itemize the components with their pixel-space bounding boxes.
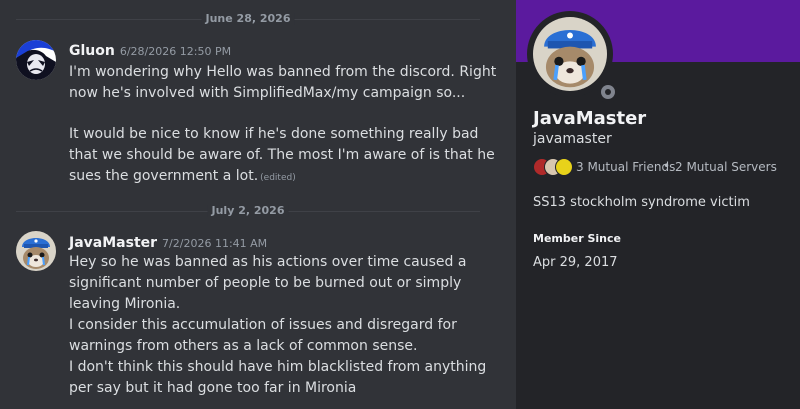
date-divider-label: June 28, 2026 [201,13,295,25]
message-timestamp: 6/28/2026 12:50 PM [119,45,232,58]
message-author[interactable]: Gluon [69,43,115,59]
date-divider: July 2, 2026 [16,205,480,217]
profile-username: javamaster [533,131,612,147]
date-divider: June 28, 2026 [16,13,480,25]
message-text-line: It would be nice to know if he's done so… [69,126,479,142]
message-text-line: now he's involved with SimplifiedMax/my … [69,85,466,101]
message-text-line: that we should be aware of. The most I'm… [69,147,495,163]
message-text-line: warnings from others as a lack of common… [69,338,418,354]
message-author[interactable]: JavaMaster [69,235,157,251]
message-text-line: I don't think this should have him black… [69,359,487,375]
member-since-heading: Member Since [533,232,621,245]
profile-bio: SS13 stockholm syndrome victim [533,195,750,210]
message-text-line: sues the government a lot. (edited) [69,166,296,188]
message-text-line: I'm wondering why Hello was banned from … [69,64,497,80]
gluon-avatar[interactable] [16,40,56,80]
message-timestamp: 7/2/2026 11:41 AM [162,237,268,250]
message-text-segment: sues the government a lot. [69,168,259,184]
message-text-line: leaving Mironia. [69,296,181,312]
mutual-friend-avatar [555,158,573,176]
message-header: Gluon 6/28/2026 12:50 PM [69,40,232,59]
edited-tag: (edited) [260,173,296,183]
message-text-line: per say but it had gone too far in Miron… [69,380,357,396]
separator-dot: • [663,159,671,173]
chat-pane: June 28, 2026 Gluon 6/28/2026 12:50 PM I'… [0,0,516,409]
message-text-line: Hey so he was banned as his actions over… [69,254,467,270]
message-header: JavaMaster 7/2/2026 11:41 AM [69,232,268,251]
user-profile-panel: JavaMaster javamaster 3 Mutual Friends •… [516,0,800,409]
offline-status-icon [601,85,615,99]
member-since-date: Apr 29, 2017 [533,255,618,270]
profile-display-name: JavaMaster [533,108,647,129]
date-divider-label: July 2, 2026 [207,205,289,217]
mutual-servers-link[interactable]: 2 Mutual Servers [675,160,777,174]
javamaster-avatar[interactable] [16,231,56,271]
mutual-friends-link[interactable]: 3 Mutual Friends [576,160,675,174]
message-text-line: significant number of people to be burne… [69,275,462,291]
mutual-friend-avatars[interactable] [533,158,575,176]
message-text-line: I consider this accumulation of issues a… [69,317,457,333]
profile-avatar-image [533,17,607,91]
status-indicator [597,81,619,103]
profile-avatar[interactable] [527,11,619,103]
